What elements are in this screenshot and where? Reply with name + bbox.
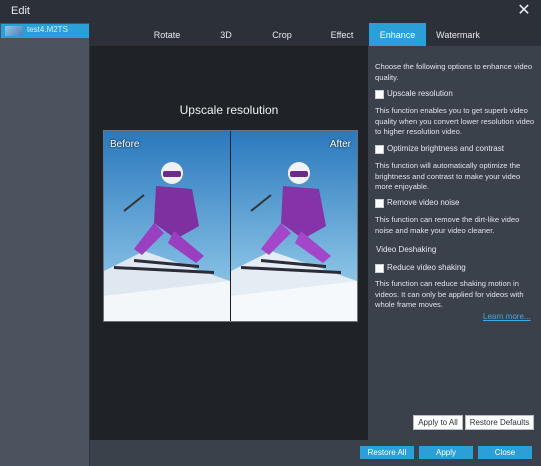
file-list: test4.M2TS — [0, 23, 90, 466]
tab-rotate[interactable]: Rotate — [130, 23, 204, 46]
after-caption: After — [329, 139, 351, 150]
restore-all-button[interactable]: Restore All — [360, 446, 414, 459]
checkbox-icon[interactable] — [375, 264, 384, 273]
reduce-shaking-label: Reduce video shaking — [387, 263, 466, 272]
upscale-resolution-desc: This function enables you to get superb … — [375, 106, 535, 136]
title-bar: Edit ✕ — [0, 0, 541, 23]
file-thumbnail — [5, 26, 23, 36]
tab-bar: Rotate 3D Crop Effect Enhance Watermark — [90, 23, 541, 46]
optimize-brightness-desc: This function will automatically optimiz… — [375, 161, 521, 191]
after-image: After — [231, 131, 357, 321]
comparison-preview: Before After — [103, 130, 358, 322]
remove-noise-label: Remove video noise — [387, 198, 460, 207]
close-icon[interactable]: ✕ — [516, 2, 532, 20]
optimize-brightness-label: Optimize brightness and contrast — [387, 144, 504, 153]
close-button[interactable]: Close — [478, 446, 532, 459]
preview-title: Upscale resolution — [179, 103, 279, 117]
file-list-item[interactable]: test4.M2TS — [1, 24, 89, 38]
checkbox-icon[interactable] — [375, 145, 384, 154]
checkbox-icon[interactable] — [375, 90, 384, 99]
remove-noise-desc: This function can remove the dirt-like v… — [375, 215, 520, 235]
file-name: test4.M2TS — [27, 25, 68, 34]
learn-more-link[interactable]: Learn more... — [483, 312, 531, 321]
before-image: Before — [104, 131, 230, 321]
reduce-shaking-desc: This function can reduce shaking motion … — [375, 279, 524, 309]
tab-3d[interactable]: 3D — [204, 23, 248, 46]
restore-defaults-button[interactable]: Restore Defaults — [465, 415, 534, 430]
window-title: Edit — [11, 5, 30, 17]
apply-button[interactable]: Apply — [419, 446, 473, 459]
footer-bar — [90, 440, 541, 466]
tab-watermark[interactable]: Watermark — [426, 23, 490, 46]
apply-to-all-button[interactable]: Apply to All — [413, 415, 463, 430]
tab-effect[interactable]: Effect — [316, 23, 368, 46]
tab-crop[interactable]: Crop — [248, 23, 316, 46]
checkbox-icon[interactable] — [375, 199, 384, 208]
upscale-resolution-label: Upscale resolution — [387, 89, 453, 98]
video-deshaking-heading: Video Deshaking — [376, 245, 437, 254]
tab-enhance[interactable]: Enhance — [369, 23, 426, 46]
before-caption: Before — [110, 139, 140, 150]
panel-intro: Choose the following options to enhance … — [375, 62, 533, 82]
